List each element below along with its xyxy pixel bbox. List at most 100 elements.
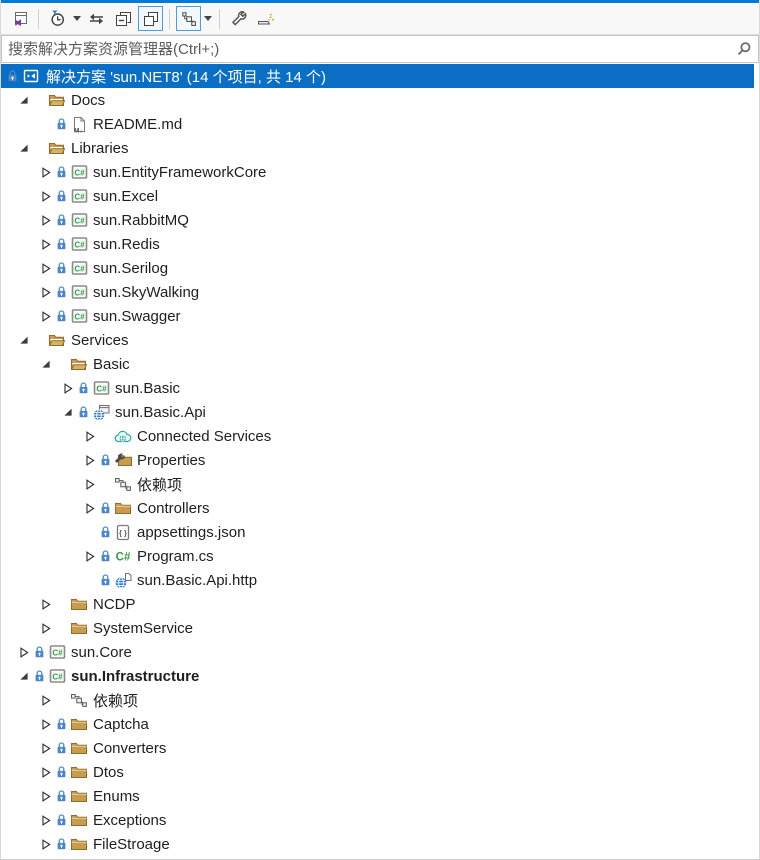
expander-open-arrow-icon[interactable]	[16, 671, 32, 681]
search-icon[interactable]	[730, 36, 758, 62]
expander-closed-arrow-icon[interactable]	[38, 718, 54, 730]
tree-item-label: Controllers	[137, 499, 210, 517]
expander-closed-arrow-icon[interactable]	[38, 622, 54, 634]
search-input[interactable]	[2, 36, 730, 62]
expander-closed-arrow-icon[interactable]	[38, 166, 54, 178]
svg-text:C#: C#	[96, 384, 107, 393]
csharp-project-icon: C#	[71, 308, 88, 324]
tree-item-row[interactable]: C# sun.SkyWalking	[1, 280, 759, 304]
tree-item-row[interactable]: Converters	[1, 736, 759, 760]
tree-item-label: Properties	[137, 451, 206, 469]
expander-open-arrow-icon[interactable]	[16, 95, 32, 105]
preview-selected-items-button[interactable]	[253, 6, 278, 31]
expander-open-arrow-icon[interactable]	[60, 407, 76, 417]
tree-item-label: Docs	[71, 91, 106, 109]
tree-item-row[interactable]: Captcha	[1, 712, 759, 736]
toolbar-separator	[169, 8, 170, 29]
tree-item-row[interactable]: Libraries	[1, 136, 759, 160]
expander-closed-arrow-icon[interactable]	[60, 382, 76, 394]
folder-closed-icon	[70, 836, 88, 852]
expander-closed-arrow-icon[interactable]	[38, 310, 54, 322]
tree-item-label: Services	[71, 331, 129, 349]
pending-changes-filter-dropdown-caret[interactable]	[71, 6, 83, 31]
folder-closed-icon	[70, 788, 88, 804]
tree-item-row[interactable]: 依赖项	[1, 688, 759, 712]
tree-item-row[interactable]: C# sun.Redis	[1, 232, 759, 256]
tree-item-row[interactable]: Enums	[1, 784, 759, 808]
tree-item-row[interactable]: 依赖项	[1, 472, 759, 496]
expander-closed-arrow-icon[interactable]	[38, 766, 54, 778]
tree-item-row[interactable]: C# sun.EntityFrameworkCore	[1, 160, 759, 184]
expander-closed-arrow-icon[interactable]	[38, 238, 54, 250]
tree-item-row[interactable]: Connected Services	[1, 424, 759, 448]
pending-changes-filter-button[interactable]	[45, 6, 70, 31]
lock-icon	[78, 405, 89, 419]
sync-with-active-document-button[interactable]	[84, 6, 109, 31]
tree-item-row[interactable]: sun.Basic.Api.http	[1, 568, 759, 592]
tree-item-row[interactable]: Basic	[1, 352, 759, 376]
switch-views-button[interactable]	[7, 6, 32, 31]
expander-closed-arrow-icon[interactable]	[38, 742, 54, 754]
tree-item-row[interactable]: Properties	[1, 448, 759, 472]
tree-item-row[interactable]: C# Program.cs	[1, 544, 759, 568]
expander-closed-arrow-icon[interactable]	[38, 694, 54, 706]
expander-closed-arrow-icon[interactable]	[38, 838, 54, 850]
collapse-all-button[interactable]	[111, 6, 136, 31]
expander-closed-arrow-icon[interactable]	[82, 478, 98, 490]
expander-closed-arrow-icon[interactable]	[38, 262, 54, 274]
show-all-files-button[interactable]	[138, 6, 163, 31]
file-nesting-dropdown-caret[interactable]	[202, 6, 214, 31]
tree-item-row[interactable]: Services	[1, 328, 759, 352]
tree-item-label: appsettings.json	[137, 523, 246, 541]
expander-closed-arrow-icon[interactable]	[38, 814, 54, 826]
expander-closed-arrow-icon[interactable]	[82, 454, 98, 466]
expander-closed-arrow-icon[interactable]	[38, 214, 54, 226]
folder-closed-icon	[70, 764, 88, 780]
expander-closed-arrow-icon[interactable]	[82, 502, 98, 514]
tree-item-row[interactable]: FileStroage	[1, 832, 759, 856]
tree-item-label: sun.Serilog	[93, 259, 169, 277]
tree-item-row[interactable]: SystemService	[1, 616, 759, 640]
lock-icon	[56, 117, 67, 131]
tree-item-row[interactable]: Exceptions	[1, 808, 759, 832]
tree-item-label: sun.SkyWalking	[93, 283, 200, 301]
expander-open-arrow-icon[interactable]	[16, 335, 32, 345]
tree-item-row[interactable]: NCDP	[1, 592, 759, 616]
expander-open-arrow-icon[interactable]	[16, 143, 32, 153]
expander-closed-arrow-icon[interactable]	[38, 598, 54, 610]
expander-closed-arrow-icon[interactable]	[16, 646, 32, 658]
expander-open-arrow-icon[interactable]	[38, 359, 54, 369]
hierarchy-icon	[181, 11, 197, 27]
tree-item-row[interactable]: C# sun.RabbitMQ	[1, 208, 759, 232]
tree-item-row[interactable]: C# sun.Infrastructure	[1, 664, 759, 688]
expander-closed-arrow-icon[interactable]	[38, 190, 54, 202]
properties-button[interactable]	[226, 6, 251, 31]
tree-solution-row[interactable]: 解决方案 'sun.NET8' (14 个项目, 共 14 个)	[1, 64, 754, 88]
tree-item-row[interactable]: C# sun.Basic	[1, 376, 759, 400]
lock-icon	[100, 453, 111, 467]
tree-item-row[interactable]: C# sun.Serilog	[1, 256, 759, 280]
tree-item-label: sun.Core	[71, 643, 132, 661]
tree-item-row[interactable]: C# sun.Excel	[1, 184, 759, 208]
folder-closed-icon	[70, 620, 88, 636]
lock-icon	[56, 789, 67, 803]
expander-closed-arrow-icon[interactable]	[38, 286, 54, 298]
file-nesting-button[interactable]	[176, 6, 201, 31]
tree-item-row[interactable]: C# sun.Swagger	[1, 304, 759, 328]
svg-text:C#: C#	[116, 552, 131, 564]
tree-item-label: sun.Excel	[93, 187, 159, 205]
tree-item-row[interactable]: C# sun.Core	[1, 640, 759, 664]
tree-item-row[interactable]: { } appsettings.json	[1, 520, 759, 544]
lock-icon	[56, 189, 67, 203]
tree-item-row[interactable]: M↓ README.md	[1, 112, 759, 136]
expander-closed-arrow-icon[interactable]	[82, 550, 98, 562]
lock-icon	[56, 165, 67, 179]
folder-closed-icon	[70, 740, 88, 756]
tree-item-row[interactable]: Dtos	[1, 760, 759, 784]
expander-closed-arrow-icon[interactable]	[38, 790, 54, 802]
folder-closed-icon	[70, 596, 88, 612]
tree-item-row[interactable]: Controllers	[1, 496, 759, 520]
expander-closed-arrow-icon[interactable]	[82, 430, 98, 442]
tree-item-row[interactable]: Docs	[1, 88, 759, 112]
tree-item-row[interactable]: sun.Basic.Api	[1, 400, 759, 424]
